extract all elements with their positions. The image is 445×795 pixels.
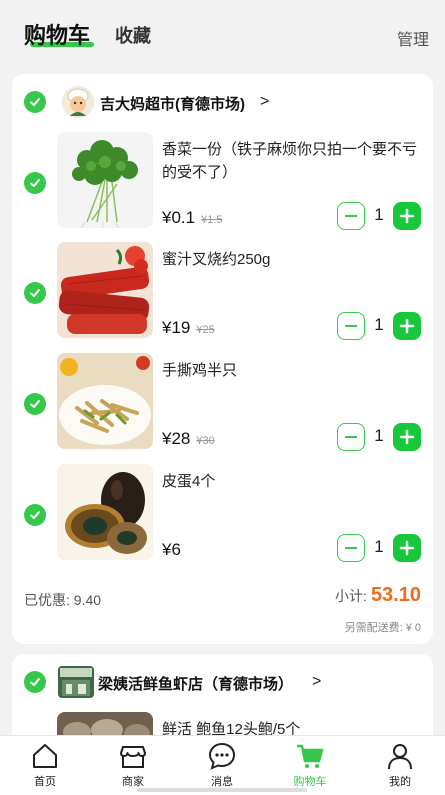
- checkmark-icon: [30, 400, 40, 408]
- product-image-shredded-chicken[interactable]: [57, 353, 153, 449]
- store-header[interactable]: 梁姨活鲜鱼虾店（育德市场） >: [12, 654, 433, 710]
- user-icon: [388, 744, 412, 770]
- current-price: ¥19: [162, 318, 191, 337]
- quantity-stepper: 1: [337, 312, 421, 340]
- tab-favorites[interactable]: 收藏: [115, 22, 151, 48]
- store-header[interactable]: 吉大妈超市(育德市场) >: [12, 74, 433, 130]
- decrease-button[interactable]: [337, 534, 365, 562]
- original-price: ¥1.5: [201, 214, 223, 226]
- cart-item[interactable]: 手撕鸡半只 ¥28 ¥30 1: [12, 353, 433, 463]
- product-image-century-egg[interactable]: [57, 464, 153, 560]
- nav-profile[interactable]: 我的: [370, 741, 430, 789]
- checkmark-icon: [30, 289, 40, 297]
- quantity-value: 1: [374, 537, 384, 556]
- nav-label: 消息: [211, 776, 233, 788]
- cart-icon: [297, 744, 324, 768]
- checkmark-icon: [30, 511, 40, 519]
- product-title[interactable]: 手撕鸡半只: [162, 359, 424, 382]
- decrease-button[interactable]: [337, 423, 365, 451]
- plus-icon: [399, 318, 415, 334]
- subtotal-value: 53.10: [370, 584, 421, 606]
- original-price: ¥25: [196, 324, 215, 336]
- original-price: ¥30: [196, 435, 215, 447]
- store-name[interactable]: 梁姨活鲜鱼虾店（育德市场）: [98, 673, 293, 694]
- product-price: ¥6: [162, 540, 181, 560]
- header: 购物车 收藏 管理: [0, 0, 445, 66]
- nav-label: 商家: [122, 776, 144, 788]
- quantity-value: 1: [374, 315, 384, 334]
- plus-icon: [399, 208, 415, 224]
- product-price: ¥19 ¥25: [162, 318, 215, 338]
- quantity-stepper: 1: [337, 423, 421, 451]
- increase-button[interactable]: [393, 534, 421, 562]
- product-title[interactable]: 蜜汁叉烧约250g: [162, 248, 424, 271]
- home-indicator: [137, 788, 307, 792]
- store-avatar: [58, 666, 94, 698]
- increase-button[interactable]: [393, 312, 421, 340]
- plus-icon: [399, 429, 415, 445]
- decrease-button[interactable]: [337, 312, 365, 340]
- product-title[interactable]: 皮蛋4个: [162, 470, 424, 493]
- subtotal-label: 小计:: [335, 588, 367, 604]
- nav-label: 我的: [389, 776, 411, 788]
- product-price: ¥28 ¥30: [162, 429, 215, 449]
- nav-cart[interactable]: 购物车: [280, 741, 340, 789]
- home-icon: [33, 744, 57, 768]
- store-checkbox[interactable]: [24, 671, 46, 693]
- chevron-right-icon[interactable]: >: [312, 673, 321, 691]
- item-checkbox[interactable]: [24, 393, 46, 415]
- quantity-value: 1: [374, 426, 384, 445]
- product-image-cilantro[interactable]: [57, 132, 153, 228]
- quantity-stepper: 1: [337, 534, 421, 562]
- cart-item[interactable]: 香菜一份（铁子麻烦你只拍一个要不亏的受不了） ¥0.1 ¥1.5 1: [12, 132, 433, 242]
- product-image-char-siu[interactable]: [57, 242, 153, 338]
- item-checkbox[interactable]: [24, 172, 46, 194]
- tab-cart[interactable]: 购物车: [24, 18, 90, 50]
- chevron-right-icon[interactable]: >: [260, 93, 269, 111]
- current-price: ¥28: [162, 429, 191, 448]
- product-price: ¥0.1 ¥1.5: [162, 208, 223, 228]
- checkmark-icon: [30, 179, 40, 187]
- nav-shop[interactable]: 商家: [103, 741, 163, 789]
- cart-item[interactable]: 皮蛋4个 ¥6 1: [12, 464, 433, 574]
- current-price: ¥0.1: [162, 208, 196, 227]
- checkmark-icon: [30, 678, 40, 686]
- cart-item[interactable]: 蜜汁叉烧约250g ¥19 ¥25 1: [12, 242, 433, 352]
- current-price: ¥6: [162, 540, 181, 559]
- item-checkbox[interactable]: [24, 504, 46, 526]
- delivery-fee: 另需配送费: ¥ 0: [344, 622, 421, 634]
- product-title[interactable]: 香菜一份（铁子麻烦你只拍一个要不亏的受不了）: [162, 138, 424, 184]
- store-checkbox[interactable]: [24, 91, 46, 113]
- increase-button[interactable]: [393, 202, 421, 230]
- nav-label: 购物车: [293, 776, 327, 788]
- checkmark-icon: [30, 98, 40, 106]
- message-icon: [208, 742, 236, 770]
- increase-button[interactable]: [393, 423, 421, 451]
- nav-label: 首页: [34, 776, 56, 788]
- decrease-button[interactable]: [337, 202, 365, 230]
- plus-icon: [399, 540, 415, 556]
- discount-text: 已优惠: 9.40: [24, 592, 102, 608]
- bottom-nav: 首页 商家 消息 购物车 我的: [0, 735, 445, 795]
- shop-icon: [120, 746, 146, 768]
- manage-button[interactable]: 管理: [397, 26, 429, 50]
- quantity-stepper: 1: [337, 202, 421, 230]
- subtotal: 小计: 53.10: [335, 584, 421, 607]
- store-card: 吉大妈超市(育德市场) > 香菜一份（铁子麻烦你只拍一个要不亏的受不了） ¥0.…: [12, 74, 433, 644]
- nav-messages[interactable]: 消息: [192, 741, 252, 789]
- item-checkbox[interactable]: [24, 282, 46, 304]
- nav-home[interactable]: 首页: [15, 741, 75, 789]
- quantity-value: 1: [374, 205, 384, 224]
- store-avatar: [62, 86, 94, 118]
- store-name[interactable]: 吉大妈超市(育德市场): [100, 93, 245, 114]
